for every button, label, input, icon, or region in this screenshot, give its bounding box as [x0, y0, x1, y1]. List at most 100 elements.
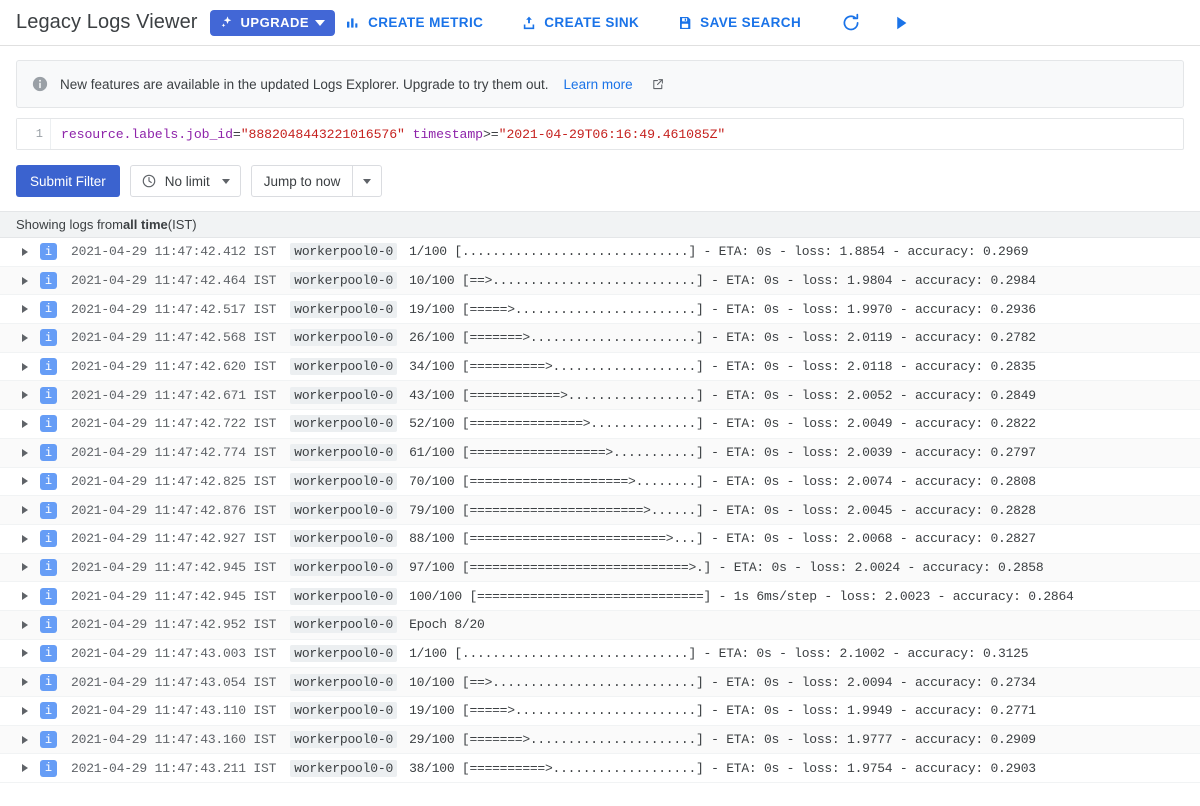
info-severity-icon: i	[40, 358, 57, 376]
info-severity-icon: i	[40, 702, 57, 720]
log-row[interactable]: i 2021-04-29 11:47:42.945 IST workerpool0-…	[0, 553, 1200, 583]
log-timestamp: 2021-04-29 11:47:43.054 IST	[71, 674, 277, 690]
expand-row-icon[interactable]	[22, 735, 28, 744]
log-row[interactable]: i 2021-04-29 11:47:43.211 IST workerpool0-…	[0, 754, 1200, 784]
expand-row-icon[interactable]	[22, 305, 28, 314]
jump-to-now-button[interactable]: Jump to now	[250, 165, 353, 197]
expand-row-icon[interactable]	[22, 276, 28, 285]
expand-row-icon[interactable]	[22, 333, 28, 342]
expand-row-icon[interactable]	[22, 678, 28, 687]
expand-row-icon[interactable]	[22, 391, 28, 400]
log-row[interactable]: i 2021-04-29 11:47:42.671 IST workerpool0-…	[0, 381, 1200, 411]
expand-row-icon[interactable]	[22, 448, 28, 457]
play-icon	[891, 13, 911, 33]
log-timestamp: 2021-04-29 11:47:42.774 IST	[71, 445, 277, 461]
log-resource: workerpool0-0	[290, 386, 398, 404]
query-text[interactable]: resource.labels.job_id = "8882048443221016…	[51, 119, 1183, 149]
create-sink-button[interactable]: CREATE SINK	[511, 9, 649, 37]
refresh-icon	[840, 12, 862, 34]
page-title: Legacy Logs Viewer	[16, 11, 198, 33]
save-search-button[interactable]: SAVE SEARCH	[667, 9, 811, 37]
info-severity-icon: i	[40, 472, 57, 490]
log-message: Epoch 8/20	[409, 617, 485, 633]
log-resource: workerpool0-0	[290, 587, 398, 605]
upgrade-label: UPGRADE	[240, 15, 310, 30]
info-severity-icon: i	[40, 415, 57, 433]
expand-row-icon[interactable]	[22, 592, 28, 601]
log-resource: workerpool0-0	[290, 272, 398, 290]
log-row[interactable]: i 2021-04-29 11:47:42.722 IST workerpool0-…	[0, 410, 1200, 439]
log-message: 1/100 [..............................] -…	[409, 645, 1029, 661]
log-row[interactable]: i 2021-04-29 11:47:42.412 IST workerpool0-…	[0, 238, 1200, 267]
jump-to-now-dropdown[interactable]	[352, 165, 383, 197]
chevron-down-icon	[315, 19, 326, 26]
log-row[interactable]: i 2021-04-29 11:47:42.568 IST workerpool0-…	[0, 324, 1200, 353]
log-message: 61/100 [==================>...........] …	[409, 445, 1036, 461]
expand-row-icon[interactable]	[22, 247, 28, 256]
log-timestamp: 2021-04-29 11:47:42.945 IST	[71, 588, 277, 604]
jump-to-now-group: Jump to now	[250, 165, 383, 197]
log-resource: workerpool0-0	[290, 329, 398, 347]
log-row[interactable]: i 2021-04-29 11:47:43.054 IST workerpool0-…	[0, 668, 1200, 697]
expand-row-icon[interactable]	[22, 477, 28, 486]
expand-row-icon[interactable]	[22, 419, 28, 428]
chevron-down-icon	[363, 178, 372, 184]
external-link-icon[interactable]	[651, 77, 665, 91]
expand-row-icon[interactable]	[22, 620, 28, 629]
log-resource: workerpool0-0	[290, 501, 398, 519]
log-resource: workerpool0-0	[290, 444, 398, 462]
log-message: 97/100 [=============================>.]…	[409, 559, 1044, 575]
query-editor[interactable]: 1 resource.labels.job_id = "88820484432210…	[16, 118, 1184, 150]
expand-row-icon[interactable]	[22, 764, 28, 773]
log-row[interactable]: i 2021-04-29 11:47:43.003 IST workerpool0-…	[0, 640, 1200, 669]
log-timestamp: 2021-04-29 11:47:43.211 IST	[71, 760, 277, 776]
log-row[interactable]: i 2021-04-29 11:47:43.160 IST workerpool0-…	[0, 725, 1200, 755]
expand-row-icon[interactable]	[22, 706, 28, 715]
refresh-button[interactable]	[833, 5, 869, 41]
log-row[interactable]: i 2021-04-29 11:47:42.945 IST workerpool0-…	[0, 582, 1200, 611]
create-metric-button[interactable]: CREATE METRIC	[335, 9, 493, 37]
info-severity-icon: i	[40, 759, 57, 777]
upgrade-button[interactable]: UPGRADE	[209, 9, 336, 36]
query-field-job-id: resource.labels.job_id	[61, 126, 233, 142]
query-operator-gte: >=	[482, 126, 499, 142]
log-row[interactable]: i 2021-04-29 11:47:43.110 IST workerpool0-…	[0, 697, 1200, 726]
info-severity-icon: i	[40, 558, 57, 576]
submit-filter-button[interactable]: Submit Filter	[16, 165, 120, 197]
log-row[interactable]: i 2021-04-29 11:47:42.952 IST workerpool0-…	[0, 610, 1200, 640]
showing-emphasis: all time	[122, 217, 168, 232]
query-value-timestamp: "2021-04-29T06:16:49.461085Z"	[498, 126, 726, 142]
log-row[interactable]: i 2021-04-29 11:47:42.464 IST workerpool0-…	[0, 266, 1200, 296]
banner-text: New features are available in the update…	[60, 76, 549, 92]
expand-row-icon[interactable]	[22, 563, 28, 572]
log-timestamp: 2021-04-29 11:47:42.952 IST	[71, 617, 277, 633]
log-timestamp: 2021-04-29 11:47:42.671 IST	[71, 387, 277, 403]
showing-prefix: Showing logs from	[16, 217, 123, 232]
log-message: 70/100 [=====================>........] …	[409, 473, 1036, 489]
learn-more-link[interactable]: Learn more	[564, 77, 633, 92]
save-search-label: SAVE SEARCH	[700, 15, 802, 30]
info-severity-icon: i	[40, 329, 57, 347]
log-row[interactable]: i 2021-04-29 11:47:42.517 IST workerpool0-…	[0, 295, 1200, 325]
save-icon	[677, 15, 693, 31]
upload-icon	[521, 15, 537, 31]
info-severity-icon: i	[40, 673, 57, 691]
expand-row-icon[interactable]	[22, 506, 28, 515]
log-timestamp: 2021-04-29 11:47:43.110 IST	[71, 703, 277, 719]
filter-controls: Submit Filter No limit Jump to now	[0, 150, 1200, 211]
log-row[interactable]: i 2021-04-29 11:47:42.825 IST workerpool0-…	[0, 468, 1200, 497]
log-row[interactable]: i 2021-04-29 11:47:42.774 IST workerpool0-…	[0, 438, 1200, 468]
log-row[interactable]: i 2021-04-29 11:47:42.927 IST workerpool0-…	[0, 525, 1200, 554]
log-row[interactable]: i 2021-04-29 11:47:42.876 IST workerpool0-…	[0, 496, 1200, 525]
query-operator-eq: =	[232, 126, 241, 142]
create-sink-label: CREATE SINK	[544, 15, 640, 30]
limit-dropdown[interactable]: No limit	[129, 165, 241, 197]
expand-row-icon[interactable]	[22, 362, 28, 371]
log-message: 10/100 [==>...........................] …	[409, 273, 1036, 289]
query-field-timestamp: timestamp	[412, 126, 483, 142]
log-row[interactable]: i 2021-04-29 11:47:42.620 IST workerpool0-…	[0, 353, 1200, 382]
play-button[interactable]	[883, 5, 919, 41]
expand-row-icon[interactable]	[22, 649, 28, 658]
expand-row-icon[interactable]	[22, 534, 28, 543]
query-editor-container: 1 resource.labels.job_id = "88820484432210…	[0, 108, 1200, 150]
